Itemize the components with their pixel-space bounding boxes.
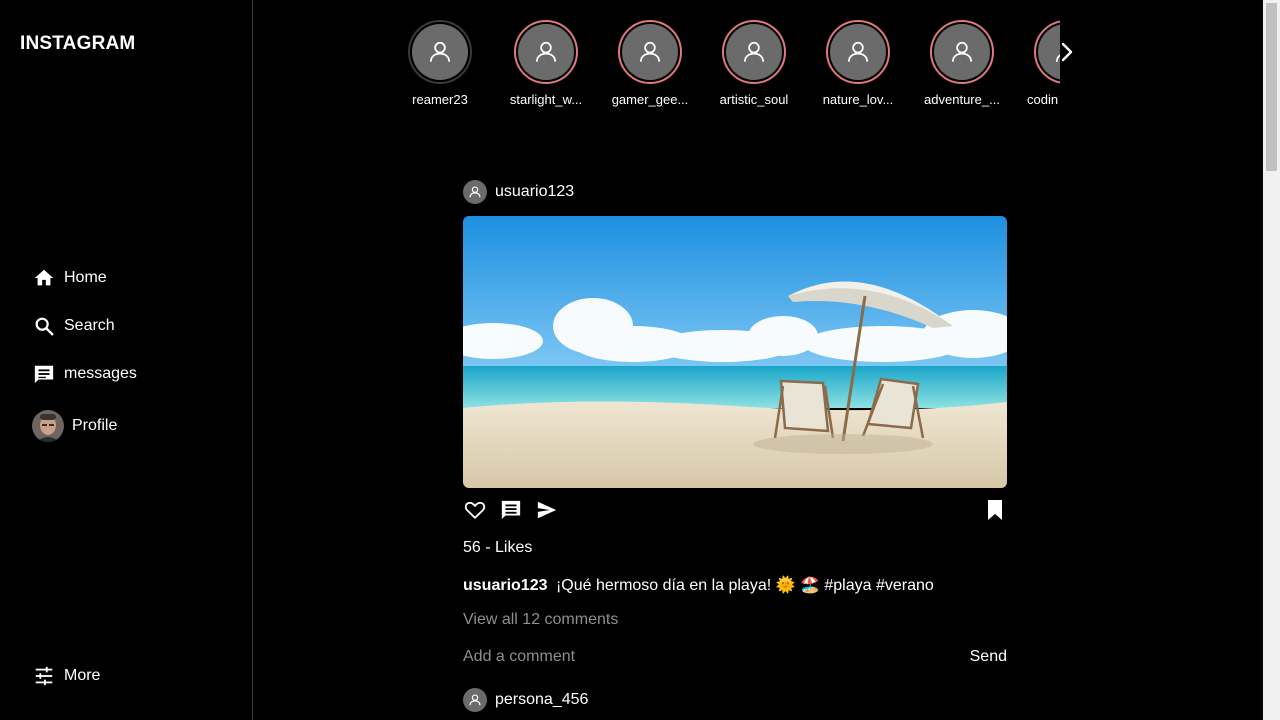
- sidebar-item-label: More: [64, 667, 101, 684]
- user-icon: [934, 24, 990, 80]
- stories-next-button[interactable]: [1055, 40, 1079, 68]
- likes-count: 56 - Likes: [463, 539, 533, 556]
- user-icon: [830, 24, 886, 80]
- story-username: reamer23: [412, 92, 468, 107]
- comment-input[interactable]: [463, 648, 943, 666]
- sidebar-item-label: messages: [64, 365, 137, 382]
- post-actions: [463, 499, 1007, 526]
- comment-button[interactable]: [499, 500, 523, 524]
- sidebar: INSTAGRAM Home Search messages Profile M…: [0, 0, 253, 720]
- home-icon: [32, 266, 56, 290]
- story-item[interactable]: reamer23: [405, 20, 484, 107]
- chevron-right-icon: [1059, 41, 1075, 68]
- sidebar-item-home[interactable]: Home: [32, 262, 107, 294]
- caption-username[interactable]: usuario123: [463, 577, 547, 594]
- bookmark-icon: [986, 499, 1004, 526]
- view-comments-link[interactable]: View all 12 comments: [463, 611, 618, 629]
- app: INSTAGRAM Home Search messages Profile M…: [0, 0, 1280, 720]
- story-ring: [514, 20, 578, 84]
- sidebar-item-messages[interactable]: messages: [32, 358, 137, 390]
- caption-text: ¡Qué hermoso día en la playa! 🌞 🏖️ #play…: [555, 577, 934, 594]
- post-header: persona_456: [463, 688, 588, 712]
- post-caption: usuario123 ¡Qué hermoso día en la playa!…: [463, 575, 934, 595]
- send-icon: [535, 499, 559, 526]
- comment-icon: [500, 499, 522, 526]
- story-item[interactable]: artistic_soul: [710, 20, 798, 107]
- story-username: gamer_gee...: [611, 92, 689, 107]
- user-icon: [622, 24, 678, 80]
- story-username: adventure_...: [924, 92, 1000, 107]
- avatar: [32, 410, 64, 442]
- story-username: codin: [1027, 92, 1059, 107]
- search-icon: [32, 314, 56, 338]
- send-comment-button[interactable]: Send: [970, 648, 1007, 666]
- story-ring: [618, 20, 682, 84]
- page-scrollbar[interactable]: [1263, 0, 1280, 720]
- like-button[interactable]: [463, 500, 487, 524]
- user-icon: [412, 24, 468, 80]
- sidebar-item-label: Search: [64, 317, 115, 334]
- sidebar-item-search[interactable]: Search: [32, 310, 115, 342]
- user-icon: [518, 24, 574, 80]
- story-username: nature_lov...: [822, 92, 894, 107]
- user-icon[interactable]: [463, 688, 487, 712]
- heart-icon: [464, 499, 486, 526]
- post-username[interactable]: usuario123: [495, 183, 574, 201]
- message-icon: [32, 362, 56, 386]
- sidebar-item-label: Home: [64, 269, 107, 286]
- post-username[interactable]: persona_456: [495, 691, 588, 709]
- settings-sliders-icon: [32, 664, 56, 688]
- sidebar-item-profile[interactable]: Profile: [32, 410, 117, 442]
- sidebar-item-more[interactable]: More: [32, 660, 100, 692]
- user-icon[interactable]: [463, 180, 487, 204]
- story-ring: [408, 20, 472, 84]
- beach-image: [463, 216, 1007, 488]
- post-image[interactable]: [463, 216, 1007, 488]
- story-ring: [930, 20, 994, 84]
- share-button[interactable]: [535, 500, 559, 524]
- app-logo[interactable]: INSTAGRAM: [20, 33, 135, 55]
- post-header: usuario123: [463, 180, 574, 204]
- story-item[interactable]: adventure_...: [918, 20, 1006, 107]
- comment-row: Send: [463, 644, 1007, 670]
- user-icon: [726, 24, 782, 80]
- stories-bar: reamer23 starlight_w... gamer_gee... art…: [405, 20, 1060, 110]
- story-username: starlight_w...: [509, 92, 583, 107]
- scrollbar-thumb[interactable]: [1266, 3, 1277, 171]
- story-item[interactable]: gamer_gee...: [606, 20, 694, 107]
- story-ring: [826, 20, 890, 84]
- story-ring: [722, 20, 786, 84]
- story-item[interactable]: nature_lov...: [814, 20, 902, 107]
- sidebar-item-label: Profile: [72, 417, 118, 434]
- save-button[interactable]: [983, 499, 1007, 526]
- story-item[interactable]: starlight_w...: [502, 20, 590, 107]
- story-username: artistic_soul: [719, 92, 789, 107]
